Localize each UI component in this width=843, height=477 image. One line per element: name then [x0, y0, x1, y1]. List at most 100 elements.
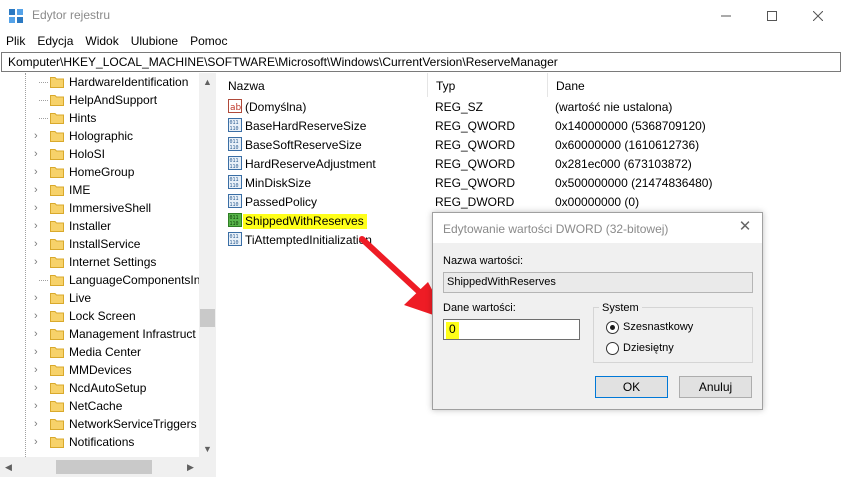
- value-row[interactable]: 011 110 BaseHardReserveSize REG_QWORD 0x1400…: [220, 116, 841, 135]
- tree-horizontal-scrollbar[interactable]: ◀ ▶: [0, 457, 216, 477]
- value-row[interactable]: 011 110 HardReserveAdjustment REG_QWORD 0x28…: [220, 154, 841, 173]
- chevron-right-icon[interactable]: ›: [34, 184, 44, 196]
- tree-item[interactable]: › Internet Settings: [0, 253, 200, 271]
- column-header-name[interactable]: Nazwa: [220, 73, 428, 97]
- chevron-right-icon[interactable]: ›: [34, 418, 44, 430]
- value-data-label: Dane wartości:: [443, 302, 516, 314]
- radio-hexadecimal-label[interactable]: Szesnastkowy: [623, 321, 693, 333]
- tree-item[interactable]: HelpAndSupport: [0, 91, 200, 109]
- column-header-type[interactable]: Typ: [428, 73, 548, 97]
- menu-favorites[interactable]: Ulubione: [125, 32, 184, 52]
- radio-decimal-label[interactable]: Dziesiętny: [623, 342, 674, 354]
- scroll-down-icon[interactable]: ▼: [199, 440, 216, 457]
- tree-item[interactable]: › NetCache: [0, 397, 200, 415]
- tree-item-label: IME: [69, 183, 91, 197]
- value-data-input[interactable]: 0: [443, 319, 580, 340]
- tree-item[interactable]: HardwareIdentification: [0, 73, 200, 91]
- value-type: REG_QWORD: [435, 138, 516, 152]
- chevron-right-icon[interactable]: ›: [34, 238, 44, 250]
- chevron-right-icon[interactable]: ›: [34, 166, 44, 178]
- folder-icon: [50, 111, 64, 125]
- maximize-button[interactable]: [749, 0, 795, 32]
- chevron-right-icon[interactable]: ›: [34, 400, 44, 412]
- tree-item-label: Notifications: [69, 435, 135, 449]
- value-row[interactable]: 011 110 BaseSoftReserveSize REG_QWORD 0x6000…: [220, 135, 841, 154]
- base-group-label: System: [599, 302, 642, 314]
- value-row[interactable]: 011 110 MinDiskSize REG_QWORD 0x500000000 (2…: [220, 173, 841, 192]
- tree-item[interactable]: LanguageComponentsIn: [0, 271, 200, 289]
- tree-item-label: MMDevices: [69, 363, 132, 377]
- close-icon: [813, 11, 823, 21]
- close-button[interactable]: [795, 0, 841, 32]
- tree-item[interactable]: Hints: [0, 109, 200, 127]
- tree-item[interactable]: › Management Infrastruct: [0, 325, 200, 343]
- chevron-right-icon[interactable]: ›: [34, 220, 44, 232]
- chevron-right-icon[interactable]: ›: [34, 256, 44, 268]
- tree-item[interactable]: › NcdAutoSetup: [0, 379, 200, 397]
- tree-item[interactable]: › Notifications: [0, 433, 200, 451]
- minimize-button[interactable]: [703, 0, 749, 32]
- value-type: REG_DWORD: [435, 195, 515, 209]
- tree-item[interactable]: › InstallService: [0, 235, 200, 253]
- tree-item[interactable]: › IME: [0, 181, 200, 199]
- binary-value-icon: 011 110: [228, 232, 242, 246]
- tree-item-label: LanguageComponentsIn: [69, 273, 201, 287]
- radio-hexadecimal[interactable]: [606, 321, 619, 334]
- tree-item-label: Live: [69, 291, 92, 305]
- tree-vertical-scrollbar[interactable]: ▲ ▼: [199, 73, 216, 457]
- address-bar[interactable]: Komputer\HKEY_LOCAL_MACHINE\SOFTWARE\Mic…: [1, 52, 841, 72]
- chevron-right-icon[interactable]: ›: [34, 328, 44, 340]
- tree-item-label: NetworkServiceTriggers: [69, 417, 197, 431]
- tree-item-label: Hints: [69, 111, 97, 125]
- value-name: BaseSoftReserveSize: [245, 138, 362, 152]
- scroll-up-icon[interactable]: ▲: [199, 73, 216, 90]
- chevron-right-icon[interactable]: ›: [34, 292, 44, 304]
- tree-item[interactable]: › ImmersiveShell: [0, 199, 200, 217]
- svg-text:110: 110: [230, 164, 239, 170]
- radio-decimal[interactable]: [606, 342, 619, 355]
- tree-item[interactable]: › HoloSI: [0, 145, 200, 163]
- tree-item[interactable]: › NetworkServiceTriggers: [0, 415, 200, 433]
- menu-view[interactable]: Widok: [79, 32, 124, 52]
- chevron-right-icon[interactable]: ›: [34, 148, 44, 160]
- tree-item[interactable]: › Media Center: [0, 343, 200, 361]
- chevron-right-icon[interactable]: ›: [34, 130, 44, 142]
- value-row[interactable]: ab (Domyślna) REG_SZ (wartość nie ustalona): [220, 97, 841, 116]
- tree-item-label: ImmersiveShell: [69, 201, 152, 215]
- tree-item-label: Media Center: [69, 345, 142, 359]
- scroll-left-icon[interactable]: ◀: [0, 457, 17, 477]
- tree-item[interactable]: › Holographic: [0, 127, 200, 145]
- chevron-right-icon[interactable]: ›: [34, 202, 44, 214]
- chevron-right-icon[interactable]: ›: [34, 382, 44, 394]
- tree-item[interactable]: › HomeGroup: [0, 163, 200, 181]
- value-name: ShippedWithReserves: [243, 214, 367, 229]
- folder-icon: [50, 255, 64, 269]
- menu-file[interactable]: Plik: [0, 32, 31, 52]
- value-data: 0x140000000 (5368709120): [555, 119, 706, 133]
- folder-icon: [50, 93, 64, 107]
- chevron-right-icon[interactable]: ›: [34, 364, 44, 376]
- value-type: REG_QWORD: [435, 176, 516, 190]
- ok-button[interactable]: OK: [595, 376, 668, 398]
- tree-item[interactable]: › Installer: [0, 217, 200, 235]
- chevron-right-icon[interactable]: ›: [34, 436, 44, 448]
- scroll-right-icon[interactable]: ▶: [182, 457, 199, 477]
- menu-bar: Plik Edycja Widok Ulubione Pomoc: [0, 32, 843, 52]
- tree-item[interactable]: › Lock Screen: [0, 307, 200, 325]
- svg-text:110: 110: [230, 183, 239, 189]
- column-header-data[interactable]: Dane: [548, 73, 841, 97]
- chevron-right-icon[interactable]: ›: [34, 346, 44, 358]
- tree-item[interactable]: › MMDevices: [0, 361, 200, 379]
- menu-help[interactable]: Pomoc: [184, 32, 233, 52]
- menu-edit[interactable]: Edycja: [31, 32, 79, 52]
- hscroll-thumb[interactable]: [56, 460, 152, 474]
- tree-item[interactable]: › Live: [0, 289, 200, 307]
- folder-icon: [50, 345, 64, 359]
- cancel-button[interactable]: Anuluj: [679, 376, 752, 398]
- tree-connector: [39, 118, 48, 119]
- scroll-thumb[interactable]: [200, 309, 215, 327]
- value-row[interactable]: 011 110 PassedPolicy REG_DWORD 0x00000000 (0…: [220, 192, 841, 211]
- value-name: BaseHardReserveSize: [245, 119, 367, 133]
- chevron-right-icon[interactable]: ›: [34, 310, 44, 322]
- dialog-close-icon[interactable]: ✕: [736, 219, 754, 237]
